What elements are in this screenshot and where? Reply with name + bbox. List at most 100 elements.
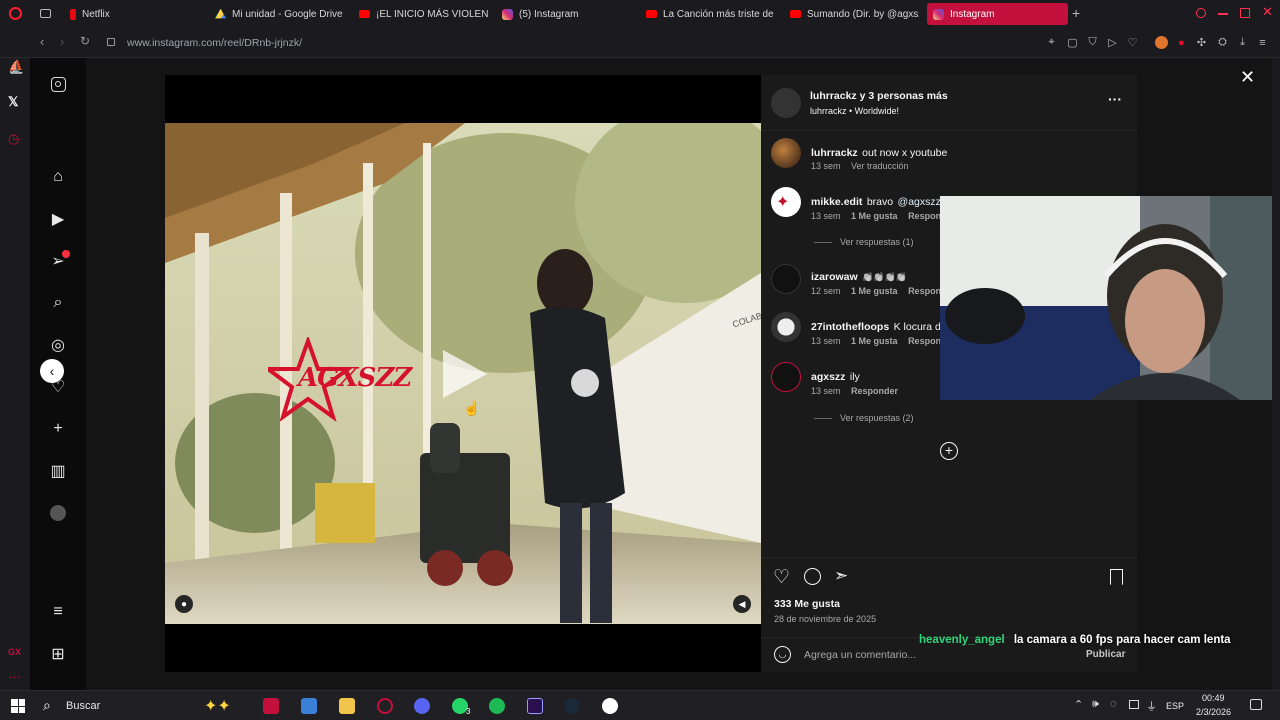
windows-start-icon[interactable] bbox=[11, 699, 25, 713]
create-plus-icon[interactable]: + bbox=[49, 420, 67, 438]
new-tab-plus-icon[interactable]: + bbox=[1072, 5, 1080, 21]
home-icon[interactable]: ⌂ bbox=[49, 168, 67, 186]
reel-video[interactable]: AGXSZZ COLAB ☝ ● ◀ bbox=[165, 123, 761, 624]
steam-icon[interactable] bbox=[564, 698, 580, 714]
more-options-icon[interactable]: ··· bbox=[1108, 91, 1122, 107]
back-arrow-icon[interactable]: ‹ bbox=[40, 34, 44, 49]
comment-likes[interactable]: 1 Me gusta bbox=[851, 336, 898, 346]
avatar[interactable] bbox=[771, 362, 801, 392]
comment-user[interactable]: izarowaw bbox=[811, 271, 858, 283]
taskbar-search-icon[interactable]: ⌕ bbox=[43, 697, 51, 714]
workspaces-icon[interactable] bbox=[40, 9, 51, 18]
explore-icon[interactable]: ◎ bbox=[49, 336, 67, 354]
comment-user[interactable]: luhrrackz bbox=[811, 147, 858, 159]
snipping-tool-icon[interactable] bbox=[301, 698, 317, 714]
header-username[interactable]: luhrrackz y 3 personas más bbox=[810, 90, 948, 102]
page-scrollbar[interactable] bbox=[1272, 58, 1280, 690]
comment-user[interactable]: mikke.edit bbox=[811, 196, 862, 208]
opera-gx-taskbar-icon[interactable] bbox=[377, 698, 393, 714]
dashboard-icon[interactable]: ▥ bbox=[49, 462, 67, 480]
premiere-pro-icon[interactable] bbox=[527, 698, 543, 714]
author-avatar[interactable] bbox=[771, 88, 801, 118]
opera-logo-icon[interactable] bbox=[9, 7, 22, 20]
profile-avatar-icon[interactable] bbox=[49, 504, 67, 522]
forward-arrow-icon[interactable]: › bbox=[60, 34, 64, 49]
comment-mention[interactable]: @agxszz bbox=[898, 196, 941, 208]
reels-icon[interactable]: ▶ bbox=[49, 210, 67, 228]
obs-icon[interactable] bbox=[602, 698, 618, 714]
emoji-icon[interactable]: ◡ bbox=[774, 646, 791, 663]
tab-youtube-3[interactable]: Sumando (Dir. by @agxsz bbox=[784, 3, 919, 25]
reload-icon[interactable]: ↻ bbox=[80, 34, 90, 48]
share-icon[interactable]: ➣ bbox=[834, 566, 848, 586]
avatar[interactable] bbox=[771, 312, 801, 342]
network-icon[interactable]: ◌ bbox=[1110, 698, 1117, 710]
search-tabs-icon[interactable] bbox=[1196, 8, 1206, 18]
play-icon[interactable] bbox=[443, 350, 487, 398]
minimize-icon[interactable] bbox=[1218, 13, 1228, 15]
clock-time[interactable]: 00:49 bbox=[1202, 693, 1225, 703]
avatar[interactable]: ✦ bbox=[771, 187, 801, 217]
extensions-puzzle-icon[interactable]: ✣ bbox=[1195, 36, 1208, 49]
snapshot-icon[interactable]: ▢ bbox=[1066, 36, 1079, 49]
like-heart-icon[interactable]: ♡ bbox=[773, 566, 790, 589]
comment-likes[interactable]: 1 Me gusta bbox=[851, 286, 898, 296]
tab-google-drive[interactable]: Mi unidad - Google Drive bbox=[209, 3, 349, 25]
clock-date[interactable]: 2/3/2026 bbox=[1196, 707, 1231, 717]
publish-button[interactable]: Publicar bbox=[1086, 649, 1125, 660]
avatar[interactable] bbox=[771, 264, 801, 294]
comment-user[interactable]: agxszz bbox=[811, 371, 845, 383]
avatar[interactable] bbox=[771, 138, 801, 168]
send-icon[interactable]: ▷ bbox=[1106, 36, 1119, 49]
discord-icon[interactable] bbox=[414, 698, 430, 714]
view-replies[interactable]: Ver respuestas (2) bbox=[814, 413, 914, 423]
taskbar-search-input[interactable]: Buscar bbox=[66, 700, 100, 712]
tab-instagram-active[interactable]: Instagram bbox=[927, 3, 1068, 25]
profile-icon[interactable]: ⛭ bbox=[1216, 36, 1229, 49]
show-hidden-icons-icon[interactable]: ⌃ bbox=[1074, 698, 1083, 711]
url-field[interactable]: www.instagram.com/reel/DRnb-jrjnzk/ bbox=[127, 37, 302, 49]
likes-count[interactable]: 333 Me gusta bbox=[774, 598, 840, 610]
speaker-icon[interactable]: 🕪 bbox=[1092, 698, 1099, 711]
close-window-icon[interactable]: ✕ bbox=[1262, 4, 1273, 20]
comment-user[interactable]: 27intothefloops bbox=[811, 321, 889, 333]
also-from-meta-icon[interactable]: ⊞ bbox=[49, 645, 67, 663]
menu-icon[interactable]: ≡ bbox=[1256, 36, 1269, 49]
tab-netflix[interactable]: Netflix bbox=[64, 3, 204, 25]
instagram-logo-icon[interactable] bbox=[49, 75, 67, 93]
copilot-sparkle-icon[interactable]: ✦✦ bbox=[204, 696, 231, 716]
audio-mute-icon[interactable]: ◀ bbox=[733, 595, 751, 613]
comment-likes[interactable]: 1 Me gusta bbox=[851, 211, 898, 221]
close-modal-button[interactable]: ✕ bbox=[1240, 67, 1255, 88]
more-menu-icon[interactable]: ≡ bbox=[49, 603, 67, 621]
file-explorer-icon[interactable] bbox=[339, 698, 355, 714]
tab-youtube-2[interactable]: La Canción más triste de l bbox=[640, 3, 775, 25]
previous-post-button[interactable]: ‹ bbox=[40, 359, 64, 383]
x-twitter-icon[interactable]: 𝕏 bbox=[8, 94, 18, 110]
battery-icon[interactable] bbox=[1129, 700, 1139, 709]
search-icon[interactable]: ⌕ bbox=[49, 294, 67, 312]
comment-bubble-icon[interactable] bbox=[804, 568, 821, 585]
more-dots-icon[interactable]: ··· bbox=[8, 669, 21, 684]
extension-youtube-icon[interactable]: ● bbox=[1175, 36, 1188, 49]
extension-avatar-icon[interactable] bbox=[1155, 36, 1168, 49]
header-subtitle[interactable]: luhrrackz • Worldwide! bbox=[810, 106, 899, 116]
load-more-comments-icon[interactable]: + bbox=[940, 442, 958, 460]
lock-icon[interactable] bbox=[107, 38, 115, 46]
voicemeeter-icon[interactable] bbox=[263, 698, 279, 714]
bookmark-heart-icon[interactable]: ♡ bbox=[1126, 36, 1139, 49]
notification-center-icon[interactable] bbox=[1250, 699, 1262, 710]
aria-icon[interactable]: ⛵ bbox=[8, 59, 24, 75]
language-indicator[interactable]: ESP bbox=[1166, 701, 1184, 711]
download-icon[interactable]: ⤓ bbox=[1236, 36, 1249, 49]
tab-instagram-1[interactable]: (5) Instagram bbox=[496, 3, 636, 25]
tab-youtube-1[interactable]: ¡EL INICIO MÁS VIOLENTO bbox=[353, 3, 488, 25]
comment-input[interactable]: Agrega un comentario... bbox=[804, 649, 916, 661]
tagged-users-icon[interactable]: ● bbox=[175, 595, 193, 613]
usb-icon[interactable]: ⏚ bbox=[1146, 698, 1157, 714]
history-icon[interactable]: ◷ bbox=[8, 131, 19, 147]
reply-link[interactable]: Responder bbox=[851, 386, 898, 396]
translate-link[interactable]: Ver traducción bbox=[851, 161, 909, 171]
spotify-icon[interactable] bbox=[489, 698, 505, 714]
pin-icon[interactable]: ⌖ bbox=[1045, 36, 1058, 49]
